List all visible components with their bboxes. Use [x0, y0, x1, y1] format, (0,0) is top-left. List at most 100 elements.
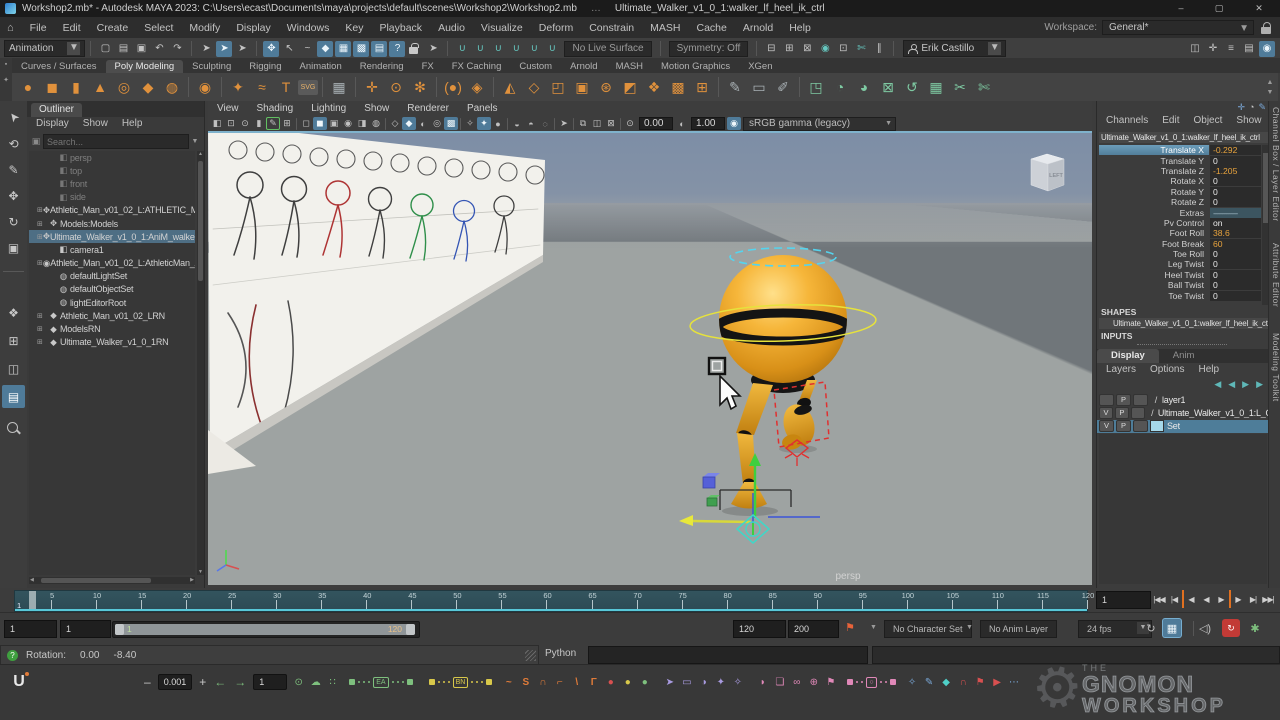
channel-row[interactable]: Translate Z -1.205	[1099, 166, 1261, 176]
poly-count-icon[interactable]: ▦	[327, 75, 351, 99]
poly-torus-icon[interactable]: ◎	[112, 75, 136, 99]
layer-type-toggle[interactable]	[1133, 394, 1148, 406]
move-tool-icon[interactable]: ✥	[2, 184, 25, 207]
ease-curve-6-icon[interactable]: Γ	[586, 674, 601, 690]
menu-item[interactable]: Visualize	[473, 22, 531, 34]
folder-icon[interactable]: ❏	[772, 674, 787, 690]
tab-modeling-toolkit[interactable]: Modeling Toolkit	[1269, 333, 1280, 402]
menu-item[interactable]: Deform	[531, 22, 581, 34]
character-set-selector[interactable]: No Character Set	[884, 620, 972, 638]
menu-set-selector[interactable]: Animation▼	[4, 40, 85, 57]
all-lights-icon[interactable]: ◉	[341, 117, 355, 130]
channel-row[interactable]: Foot Break 60	[1099, 239, 1261, 249]
auto-key-icon[interactable]: ↻	[1222, 619, 1240, 637]
animbot-frame-field[interactable]: 1	[253, 674, 287, 690]
arnold-renderview-toggle-icon[interactable]: ◉	[1259, 41, 1275, 57]
channel-row[interactable]: Toe Twist 0	[1099, 290, 1261, 300]
light-editor-icon[interactable]: ✄	[853, 41, 869, 57]
menu-item[interactable]: File	[22, 22, 55, 34]
boolean-intersect-icon[interactable]: ◕	[852, 75, 876, 99]
magnifier-icon[interactable]	[2, 417, 25, 440]
viewport-menu-item[interactable]: Renderer	[398, 103, 458, 114]
hull-mask-icon[interactable]: ▩	[353, 41, 369, 57]
close-button[interactable]: ✕	[1238, 0, 1280, 17]
platonic-solid-icon[interactable]: ◉	[193, 75, 217, 99]
textured-mode-icon[interactable]: ▣	[327, 117, 341, 130]
layer-type-toggle[interactable]	[1131, 407, 1145, 419]
curve-mask-icon[interactable]: ~	[299, 41, 315, 57]
menu-item[interactable]: Modify	[181, 22, 228, 34]
command-language-label[interactable]: Python	[545, 648, 576, 659]
channel-row[interactable]: Leg Twist 0	[1099, 259, 1261, 269]
reduce-icon[interactable]: ✂	[948, 75, 972, 99]
animbot-increment-button[interactable]: +	[195, 675, 210, 689]
attribute-editor-toggle-icon[interactable]: ▤	[1241, 41, 1257, 57]
animbot-pose-slider[interactable]: ○	[847, 677, 895, 688]
step-back-key-button[interactable]: |◀	[1167, 590, 1181, 608]
channel-row[interactable]: Rotate Y 0	[1099, 187, 1261, 197]
channel-value-field[interactable]: 0	[1210, 249, 1261, 259]
frame-selected-icon[interactable]: ◫	[590, 117, 604, 130]
layer-visibility-toggle[interactable]: V	[1099, 420, 1114, 432]
modeling-toolkit-toggle-icon[interactable]: ◫	[1187, 41, 1203, 57]
outliner-item[interactable]: ⊞ ◆ ModelsRN	[29, 322, 195, 335]
menu-item[interactable]: Help	[781, 22, 819, 34]
shelf-tab[interactable]: Poly Modeling	[106, 60, 184, 73]
chevron-down-icon[interactable]: ▼	[870, 624, 877, 631]
layer-visibility-toggle[interactable]	[1099, 394, 1114, 406]
expand-icon[interactable]: ⊞	[37, 325, 47, 333]
step-back-frame-button[interactable]: ◀	[1182, 590, 1198, 608]
menu-item[interactable]: Audio	[430, 22, 473, 34]
outliner-menu-item[interactable]: Display	[29, 118, 76, 129]
menu-item[interactable]: Create	[89, 22, 137, 34]
timeline-ruler[interactable]: 5 10 15 20 25 30 35 40	[14, 590, 1088, 612]
channel-value-field[interactable]: 0	[1210, 291, 1261, 301]
wing-icon[interactable]: ∩	[956, 674, 971, 690]
outliner-item[interactable]: ◍ defaultLightSet	[29, 270, 195, 283]
shelf-tab[interactable]: XGen	[739, 60, 781, 73]
center-pivot-icon[interactable]: ✛	[360, 75, 384, 99]
layout-four-pane-icon[interactable]: ⊞	[2, 329, 25, 352]
xray-joints-icon[interactable]: ◓	[524, 117, 538, 130]
view-transform-selector[interactable]: sRGB gamma (legacy)▼	[743, 117, 896, 131]
key-green-icon[interactable]: ●	[637, 674, 652, 690]
ease-curve-4-icon[interactable]: ⌐	[552, 674, 567, 690]
outliner-item[interactable]: ◧ camera1	[29, 243, 195, 256]
viewcube-toggle-icon[interactable]: ⊠	[604, 117, 618, 130]
snap-grid-icon[interactable]: ∪	[454, 41, 470, 57]
animbot-prev-key-icon[interactable]: ←	[210, 675, 230, 689]
ease-curve-5-icon[interactable]: \	[569, 674, 584, 690]
layer-editor-tab[interactable]: Display	[1097, 349, 1159, 363]
ease-curve-1-icon[interactable]: ~	[501, 674, 516, 690]
plugin-shapes-icon[interactable]: ➤	[557, 117, 571, 130]
boolean-difference-icon[interactable]: ◔	[828, 75, 852, 99]
shadows-icon[interactable]: ◨	[355, 117, 369, 130]
animation-start-field[interactable]: 1	[4, 620, 57, 638]
menu-item[interactable]: Windows	[279, 22, 338, 34]
ao-icon[interactable]: ◍	[369, 117, 383, 130]
lattice-icon[interactable]: ▩	[666, 75, 690, 99]
animbot-blend-slider[interactable]: BN	[429, 677, 493, 688]
pause-viewport-icon[interactable]: ∥	[871, 41, 887, 57]
exposure-field[interactable]: 0.00	[639, 117, 673, 130]
outliner-item[interactable]: ⊞ ◆ Athletic_Man_v01_02_LRN	[29, 309, 195, 322]
link-icon[interactable]: ∞	[789, 674, 804, 690]
lighting-on-icon[interactable]: ✦	[477, 117, 491, 130]
channel-value-field[interactable]: 0	[1210, 176, 1261, 186]
target-weld-icon[interactable]: ▭	[747, 75, 771, 99]
lighting-off-icon[interactable]: ✧	[463, 117, 477, 130]
menu-item[interactable]: Display	[228, 22, 278, 34]
layer-visibility-toggle[interactable]: V	[1099, 407, 1113, 419]
boolean-union-icon[interactable]: ◳	[804, 75, 828, 99]
fps-selector[interactable]: 24 fps▼	[1078, 620, 1152, 638]
channel-value-field[interactable]: 0	[1210, 187, 1261, 197]
channel-value-field[interactable]: on	[1210, 218, 1261, 228]
edit-edge-flow-icon[interactable]: ✐	[771, 75, 795, 99]
chevron-down-icon[interactable]: ▼	[966, 624, 973, 631]
camera-attributes-icon[interactable]: ⊙	[238, 117, 252, 130]
ipr-render-icon[interactable]: ⊠	[799, 41, 815, 57]
range-slider-track[interactable]: 1 120	[112, 621, 420, 638]
step-forward-frame-button[interactable]: ▶	[1229, 590, 1245, 608]
go-to-end-button[interactable]: ▶▶|	[1261, 590, 1275, 608]
channel-box-menu-item[interactable]: Show	[1229, 115, 1268, 126]
